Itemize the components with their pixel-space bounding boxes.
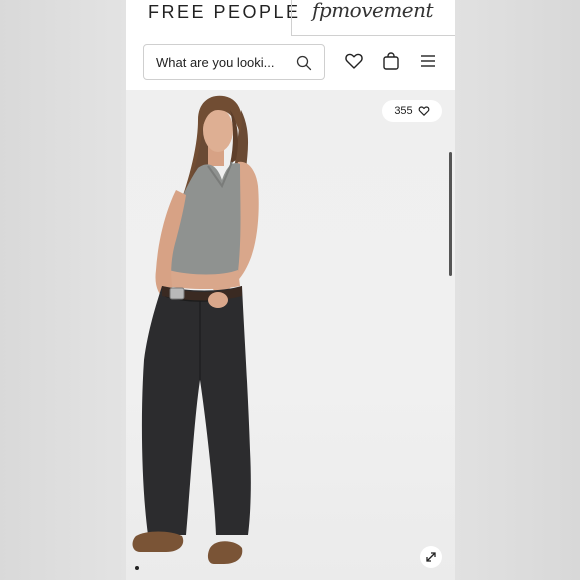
- expand-icon: [426, 552, 436, 562]
- heart-icon[interactable]: [344, 51, 364, 71]
- carousel-indicator-dot[interactable]: [135, 566, 139, 570]
- search-input[interactable]: What are you looki...: [143, 44, 325, 80]
- background-right: [455, 0, 580, 580]
- shopping-bag-icon[interactable]: [381, 51, 401, 71]
- product-image[interactable]: 355: [126, 90, 455, 580]
- brand-underline: [291, 35, 455, 36]
- search-icon[interactable]: [296, 55, 312, 71]
- brand-logo[interactable]: FREE PEOPLE: [148, 2, 301, 23]
- scrollbar[interactable]: [449, 152, 452, 276]
- likes-badge[interactable]: 355: [382, 100, 442, 122]
- brand-divider: [291, 0, 292, 36]
- background-left: [0, 0, 126, 580]
- mobile-screen: FREE PEOPLE fpmovement What are you look…: [126, 0, 455, 580]
- movement-logo[interactable]: fpmovement: [312, 0, 434, 22]
- site-header: FREE PEOPLE fpmovement What are you look…: [126, 0, 455, 90]
- brand-row: FREE PEOPLE fpmovement: [126, 0, 455, 36]
- likes-count: 355: [394, 105, 413, 117]
- hamburger-menu-icon[interactable]: [418, 51, 438, 71]
- expand-button[interactable]: [420, 546, 442, 568]
- heart-icon: [418, 106, 430, 116]
- search-placeholder: What are you looki...: [156, 54, 275, 70]
- model-figure: [132, 95, 259, 564]
